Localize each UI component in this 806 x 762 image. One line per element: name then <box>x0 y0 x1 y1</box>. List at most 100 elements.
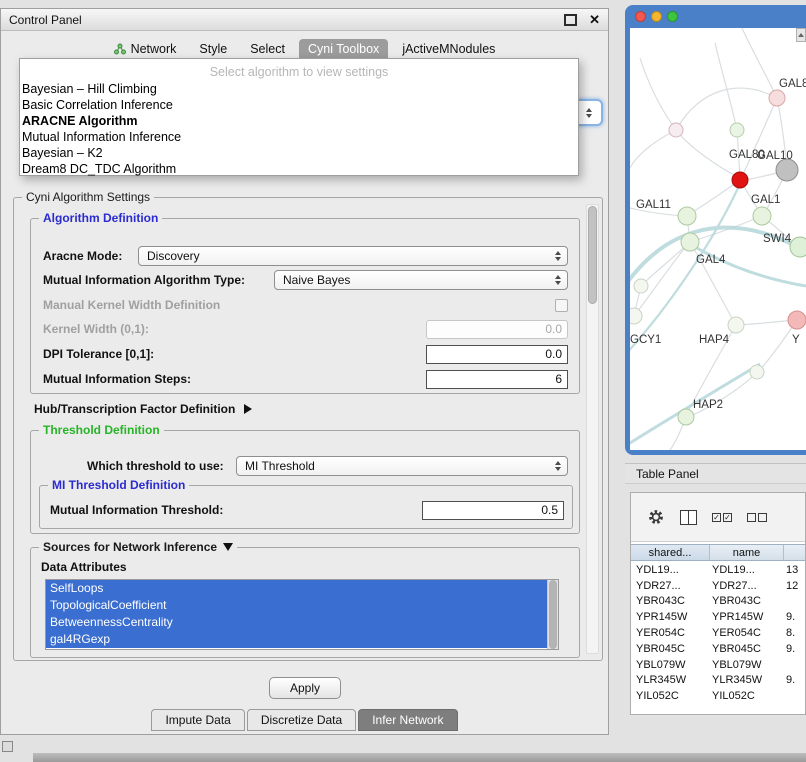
aracne-mode-combo[interactable]: Discovery <box>138 246 568 266</box>
node-label: GAL10 <box>757 150 793 162</box>
manual-kernel-checkbox[interactable] <box>555 299 568 312</box>
dropdown-item[interactable]: Dream8 DC_TDC Algorithm <box>20 161 578 177</box>
table-row[interactable]: YER054C YER054C 8. <box>631 625 805 641</box>
node-label: GAL1 <box>751 194 780 206</box>
tab-style[interactable]: Style <box>190 39 236 59</box>
attribute-list-scrollbar-thumb[interactable] <box>549 580 557 649</box>
table-row[interactable]: YDR27... YDR27... 12 <box>631 578 805 594</box>
node-pink-right[interactable] <box>788 311 806 329</box>
node-gal10-hub[interactable] <box>776 159 798 181</box>
hub-definition-expander[interactable]: Hub/Transcription Factor Definition <box>34 400 252 418</box>
node-selected-red[interactable] <box>732 172 748 188</box>
node-label: HAP2 <box>693 399 723 411</box>
tab-select[interactable]: Select <box>241 39 294 59</box>
table-row[interactable]: YIL052C YIL052C <box>631 688 805 704</box>
table-row[interactable]: YBL079W YBL079W <box>631 657 805 673</box>
node-label: GAL11 <box>636 199 671 211</box>
node-label: SWI4 <box>763 233 791 245</box>
aracne-mode-value: Discovery <box>147 249 200 263</box>
dropdown-item[interactable]: Bayesian – Hill Climbing <box>20 81 578 97</box>
dpi-tolerance-field[interactable]: 0.0 <box>426 345 568 364</box>
attribute-item-selected[interactable]: TopologicalCoefficient <box>46 597 547 614</box>
gear-icon[interactable] <box>647 508 665 526</box>
table-body: YDL19... YDL19... 13 YDR27... YDR27... 1… <box>631 562 805 704</box>
deselect-all-icon[interactable] <box>747 513 767 522</box>
attribute-item-selected[interactable]: SelfLoops <box>46 580 547 597</box>
node-pale-2[interactable] <box>730 123 744 137</box>
mi-threshold-field[interactable]: 0.5 <box>422 501 564 520</box>
cell: YLR345W <box>631 674 710 686</box>
dropdown-item[interactable]: Basic Correlation Inference <box>20 97 578 113</box>
sources-group-title[interactable]: Sources for Network Inference <box>39 540 237 554</box>
cell: YIL052C <box>631 690 710 702</box>
attribute-item-selected[interactable]: gal4RGexp <box>46 631 547 648</box>
close-traffic-icon[interactable] <box>635 11 646 22</box>
minimize-traffic-icon[interactable] <box>651 11 662 22</box>
settings-scrollbar-thumb[interactable] <box>588 206 597 304</box>
node-hap2[interactable] <box>678 409 694 425</box>
zoom-traffic-icon[interactable] <box>667 11 678 22</box>
select-all-icon[interactable]: ✓ ✓ <box>712 513 732 522</box>
column-header-shared-name[interactable]: shared... <box>631 545 710 560</box>
tab-jactivemnodules[interactable]: jActiveMNodules <box>393 39 504 59</box>
column-header-cut[interactable] <box>784 545 805 560</box>
kernel-width-label: Kernel Width (0,1): <box>43 322 149 336</box>
table-row[interactable]: YBR043C YBR043C <box>631 594 805 610</box>
dropdown-item-highlighted[interactable]: ARACNE Algorithm <box>20 113 578 129</box>
algorithm-combo-remnant[interactable] <box>577 99 603 126</box>
cell: 9. <box>784 643 805 655</box>
node-gal1[interactable] <box>753 207 771 225</box>
sources-group: Sources for Network Inference Data Attri… <box>30 547 580 658</box>
scroll-up-icon <box>798 33 804 37</box>
mi-steps-field[interactable]: 6 <box>426 370 568 389</box>
node-pale-1[interactable] <box>669 123 683 137</box>
network-canvas[interactable]: GAL8 GAL80 GAL10 GAL11 GAL1 SWI4 GAL4 GC… <box>630 28 806 450</box>
tab-network-label: Network <box>131 42 177 56</box>
float-window-icon[interactable] <box>564 14 577 26</box>
table-row[interactable]: YLR345W YLR345W 9. <box>631 673 805 689</box>
tab-cyni-toolbox[interactable]: Cyni Toolbox <box>299 39 388 59</box>
aracne-mode-label: Aracne Mode: <box>43 249 122 263</box>
collapsed-panel-strip[interactable] <box>33 753 806 762</box>
attribute-item-selected[interactable]: BetweennessCentrality <box>46 614 547 631</box>
column-header-name[interactable]: name <box>710 545 784 560</box>
node-label: GCY1 <box>630 334 661 346</box>
cell: YDR27... <box>710 580 784 592</box>
apply-button[interactable]: Apply <box>269 677 341 699</box>
node-gcy1[interactable] <box>630 308 642 324</box>
table-panel-titlebar: Table Panel <box>625 463 806 484</box>
settings-scrollbar[interactable] <box>586 204 599 654</box>
tab-impute-data[interactable]: Impute Data <box>151 709 244 731</box>
node-gal11[interactable] <box>678 207 696 225</box>
tab-network[interactable]: Network <box>105 39 186 59</box>
tab-infer-network[interactable]: Infer Network <box>358 709 457 731</box>
network-scroll-up-button[interactable] <box>796 28 806 42</box>
mi-type-combo[interactable]: Naive Bayes <box>274 270 568 290</box>
node-label: HAP4 <box>699 334 729 346</box>
combo-arrows-icon <box>555 461 561 471</box>
node-pale-4[interactable] <box>728 317 744 333</box>
dropdown-item[interactable]: Mutual Information Inference <box>20 129 578 145</box>
restore-panel-icon[interactable] <box>2 741 13 752</box>
node-pale-5[interactable] <box>750 365 764 379</box>
node-pale-3[interactable] <box>634 279 648 293</box>
attribute-list-scrollbar[interactable] <box>547 580 558 649</box>
node-swi4[interactable] <box>790 237 806 257</box>
tab-discretize-data[interactable]: Discretize Data <box>247 709 356 731</box>
node-gal4[interactable] <box>681 233 699 251</box>
mi-threshold-label: Mutual Information Threshold: <box>50 503 223 517</box>
hub-definition-label: Hub/Transcription Factor Definition <box>34 402 235 416</box>
table-row[interactable]: YPR145W YPR145W 9. <box>631 609 805 625</box>
table-row[interactable]: YDL19... YDL19... 13 <box>631 562 805 578</box>
close-icon[interactable]: ✕ <box>589 12 600 28</box>
table-row[interactable]: YBR045C YBR045C 9. <box>631 641 805 657</box>
cell: 12 <box>784 580 805 592</box>
select-columns-icon[interactable] <box>680 510 697 525</box>
which-threshold-combo[interactable]: MI Threshold <box>236 456 568 476</box>
node-gal8[interactable] <box>769 90 785 106</box>
cyni-algorithm-settings-group: Cyni Algorithm Settings Algorithm Defini… <box>13 197 603 661</box>
cell: YPR145W <box>631 611 710 623</box>
dropdown-item[interactable]: Bayesian – K2 <box>20 145 578 161</box>
checked-box-icon: ✓ <box>712 513 721 522</box>
table-panel-window: ✓ ✓ shared... name YDL19... YDL19... 13 … <box>630 492 806 715</box>
